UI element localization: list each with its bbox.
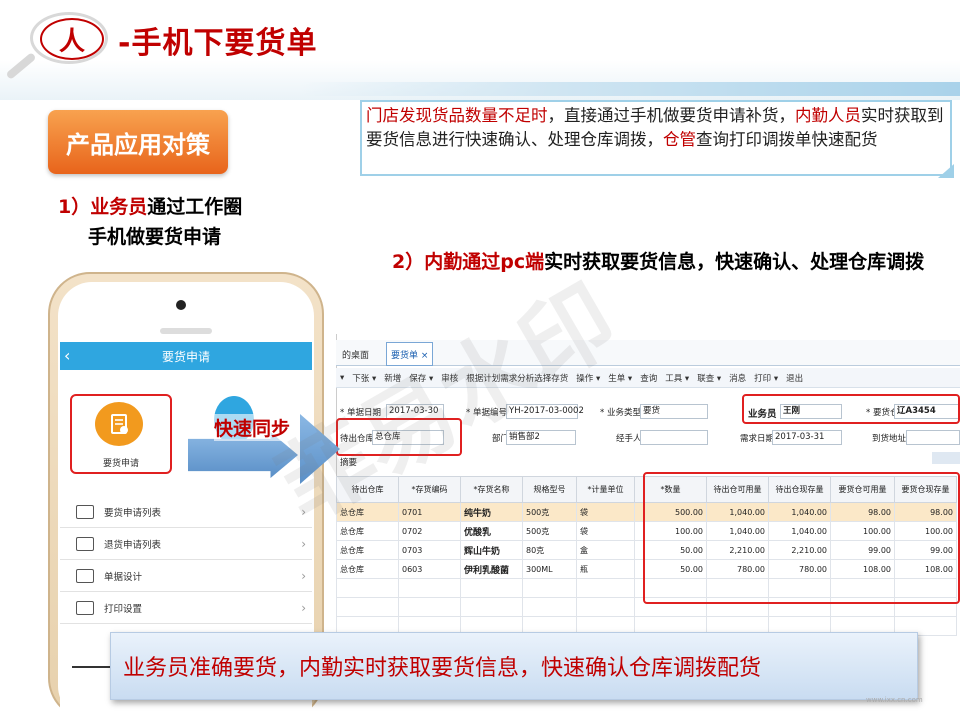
step1-role: 业务员 — [90, 196, 148, 218]
step1-title: 1）业务员通过工作圈 — [58, 194, 242, 221]
toolbar-item[interactable]: 退出 — [786, 372, 803, 384]
need-date-input[interactable]: 2017-03-31 — [772, 430, 842, 445]
biz-type-select[interactable]: 要货 — [640, 404, 708, 419]
toolbar-item[interactable]: 消息 — [729, 372, 746, 384]
section-circle: 人 — [40, 18, 104, 60]
empty-cell — [336, 597, 399, 617]
chevron-right-icon: › — [301, 536, 306, 551]
table-cell: 辉山牛奶 — [460, 540, 523, 560]
phone-menu-item[interactable]: 退货申请列表 › — [60, 528, 312, 560]
grid-tools-icon[interactable] — [932, 452, 960, 464]
toolbar-item[interactable]: 工具 ▾ — [665, 372, 689, 384]
description-text: 门店发现货品数量不足时，直接通过手机做要货申请补货，内勤人员实时获取到要货信息进… — [366, 106, 944, 149]
step2-num: 2） — [392, 251, 425, 273]
description-box: 门店发现货品数量不足时，直接通过手机做要货申请补货，内勤人员实时获取到要货信息进… — [360, 100, 952, 176]
list-icon — [76, 600, 94, 615]
toolbar-item[interactable]: 联查 ▾ — [697, 372, 721, 384]
camera-icon — [176, 300, 186, 310]
biz-type-label: * 业务类型 — [600, 408, 641, 418]
list-icon — [76, 536, 94, 551]
dept-input[interactable]: 销售部2 — [506, 430, 576, 445]
table-cell: 瓶 — [576, 559, 635, 579]
chevron-right-icon: › — [301, 600, 306, 615]
description-part: ，直接通过手机做要货申请补货， — [547, 106, 796, 125]
empty-cell — [460, 578, 523, 598]
column-header[interactable]: *存货名称 — [460, 476, 523, 503]
table-cell: 0603 — [398, 559, 461, 579]
table-cell: 80克 — [522, 540, 577, 560]
highlight-quantities — [643, 472, 960, 604]
list-icon — [76, 504, 94, 519]
phone-menu-item[interactable]: 打印设置 › — [60, 592, 312, 624]
step1-line2: 手机做要货申请 — [88, 226, 222, 248]
strategy-badge: 产品应用对策 — [48, 110, 228, 174]
toolbar-item[interactable]: 打印 ▾ — [754, 372, 778, 384]
step1-rest: 通过工作圈 — [147, 196, 243, 218]
empty-cell — [576, 578, 635, 598]
addr-label: 到货地址 — [872, 434, 907, 444]
table-cell: 总仓库 — [336, 540, 399, 560]
phone-menu-item[interactable]: 要货申请列表 › — [60, 496, 312, 528]
table-cell: 袋 — [576, 502, 635, 522]
toolbar-item[interactable]: 查询 — [640, 372, 657, 384]
list-icon — [76, 568, 94, 583]
phone-menu-label: 打印设置 — [104, 603, 143, 615]
empty-cell — [576, 597, 635, 617]
column-header[interactable]: *计量单位 — [576, 476, 635, 503]
home-indicator — [72, 666, 112, 668]
table-cell: 500克 — [522, 502, 577, 522]
highlight-salesman — [742, 394, 960, 424]
addr-input[interactable] — [906, 430, 960, 445]
table-cell: 0701 — [398, 502, 461, 522]
phone-menu-label: 要货申请列表 — [104, 507, 162, 519]
app-title: 要货申请 — [161, 349, 210, 364]
description-part: 门店发现货品数量不足时 — [366, 106, 548, 125]
step2-rest: 实时获取要货信息，快速确认、处理仓库调拨 — [544, 251, 925, 273]
table-cell: 优酸乳 — [460, 521, 523, 541]
caption-banner: 业务员准确要货，内勤实时获取要货信息，快速确认仓库调拨配货 — [110, 632, 918, 700]
header-stripe — [300, 82, 960, 96]
handler-input[interactable] — [640, 430, 708, 445]
empty-cell — [460, 597, 523, 617]
description-part: 仓管 — [663, 130, 696, 149]
phone-menu-item[interactable]: 单据设计 › — [60, 560, 312, 592]
handler-label: 经手人 — [616, 434, 642, 444]
empty-cell — [398, 578, 461, 598]
document-icon — [95, 402, 143, 446]
table-cell: 500克 — [522, 521, 577, 541]
phone-menu-label: 单据设计 — [104, 571, 143, 583]
table-cell: 总仓库 — [336, 559, 399, 579]
phone-menu-label: 退货申请列表 — [104, 539, 162, 551]
empty-cell — [336, 578, 399, 598]
empty-cell — [398, 597, 461, 617]
table-cell: 盒 — [576, 540, 635, 560]
page-title: -手机下要货单 — [118, 26, 318, 61]
step1-num: 1） — [58, 196, 91, 218]
tile-label: 要货申请 — [102, 459, 139, 469]
step2-role: 内勤通过pc端 — [424, 251, 545, 273]
description-part: 内勤人员 — [795, 106, 861, 125]
table-cell: 0702 — [398, 521, 461, 541]
table-cell: 0703 — [398, 540, 461, 560]
description-part: 查询打印调拨单快速配货 — [696, 130, 878, 149]
table-cell: 300ML — [522, 559, 577, 579]
table-cell: 伊利乳酸菌 — [460, 559, 523, 579]
need-date-label: 需求日期 — [740, 434, 775, 444]
table-cell: 纯牛奶 — [460, 502, 523, 522]
back-chevron-icon[interactable]: ‹ — [64, 346, 70, 365]
app-title-bar: 要货申请 — [60, 342, 312, 370]
empty-cell — [522, 578, 577, 598]
column-header[interactable]: 规格型号 — [522, 476, 577, 503]
speaker-grille — [160, 328, 212, 334]
chevron-right-icon: › — [301, 568, 306, 583]
empty-cell — [522, 597, 577, 617]
table-cell: 袋 — [576, 521, 635, 541]
footer-url: www.ixx.cn.com — [866, 696, 923, 704]
step2-title: 2）内勤通过pc端实时获取要货信息，快速确认、处理仓库调拨 — [392, 248, 952, 276]
